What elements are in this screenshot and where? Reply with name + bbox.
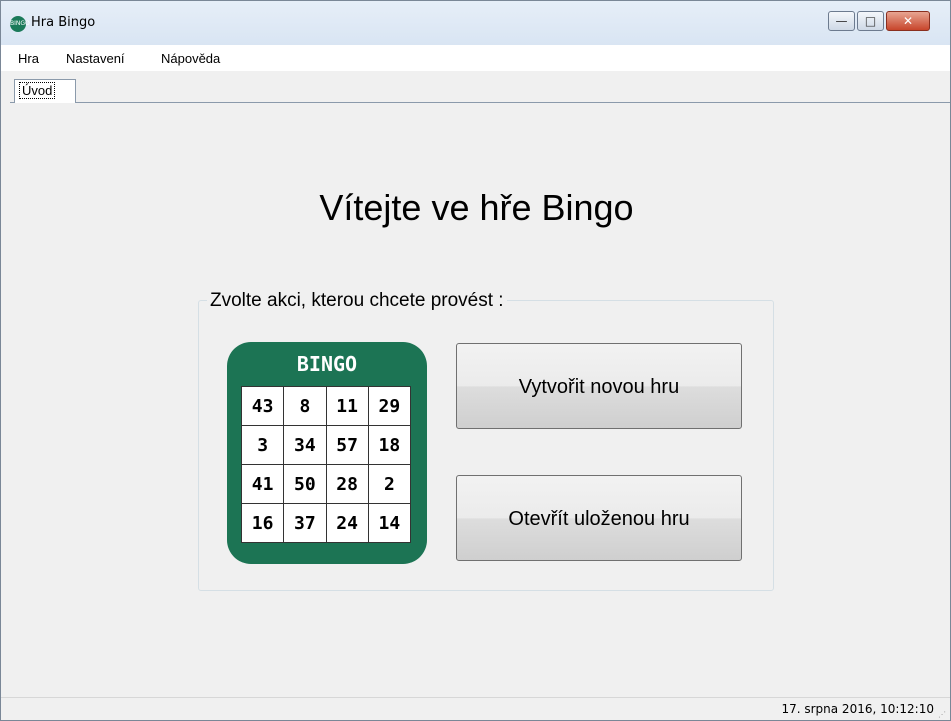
app-window: BINGO Hra Bingo — □ ✕ Hra Nastavení Nápo… xyxy=(0,0,951,721)
bingo-cell: 28 xyxy=(325,464,369,504)
bingo-cell: 29 xyxy=(367,386,412,426)
maximize-icon: □ xyxy=(864,14,877,28)
bingo-row: 16 37 24 14 xyxy=(240,503,412,543)
bingo-row: 3 34 57 18 xyxy=(240,425,412,465)
menu-item-nastaveni[interactable]: Nastavení xyxy=(66,51,125,66)
bingo-cell: 2 xyxy=(367,464,412,504)
tab-uvod[interactable]: Úvod xyxy=(14,79,76,103)
bingo-app-icon: BINGO xyxy=(10,16,30,32)
bingo-cell: 37 xyxy=(283,503,327,543)
close-icon: ✕ xyxy=(902,14,914,28)
bingo-cell: 16 xyxy=(240,503,285,543)
bingo-row: 43 8 11 29 xyxy=(240,386,412,426)
close-button[interactable]: ✕ xyxy=(886,11,930,31)
open-saved-game-button[interactable]: Otevřít uloženou hru xyxy=(456,475,742,561)
minimize-icon: — xyxy=(835,14,848,28)
menu-item-napoveda[interactable]: Nápověda xyxy=(161,51,220,66)
action-groupbox-caption: Zvolte akci, kterou chcete provést : xyxy=(207,290,507,312)
window-title: Hra Bingo xyxy=(31,15,96,30)
bingo-card-title: BINGO xyxy=(296,352,358,376)
bingo-cell: 11 xyxy=(325,386,369,426)
maximize-button[interactable]: □ xyxy=(857,11,884,31)
bingo-cell: 57 xyxy=(325,425,369,465)
tab-uvod-label: Úvod xyxy=(19,82,56,99)
bingo-cell: 8 xyxy=(283,386,327,426)
bingo-cell: 43 xyxy=(240,386,285,426)
open-saved-game-button-label: Otevřít uloženou hru xyxy=(508,508,690,530)
bingo-cell: 18 xyxy=(367,425,412,465)
menu-item-hra[interactable]: Hra xyxy=(18,51,39,66)
bingo-cell: 50 xyxy=(283,464,327,504)
welcome-heading: Vítejte ve hře Bingo xyxy=(319,187,634,228)
bingo-cell: 3 xyxy=(240,425,285,465)
bingo-cell: 34 xyxy=(283,425,327,465)
minimize-button[interactable]: — xyxy=(828,11,855,31)
new-game-button[interactable]: Vytvořit novou hru xyxy=(456,343,742,429)
bingo-card-image: BINGO 43 8 11 29 3 34 57 18 41 50 28 2 1… xyxy=(227,342,427,564)
menu-bar xyxy=(1,45,950,71)
bingo-row: 41 50 28 2 xyxy=(240,464,412,504)
new-game-button-label: Vytvořit novou hru xyxy=(518,376,680,398)
status-bar: 17. srpna 2016, 10:12:10 ⋰ xyxy=(1,697,950,720)
title-bar[interactable]: BINGO Hra Bingo — □ ✕ xyxy=(1,1,950,45)
bingo-cell: 14 xyxy=(367,503,412,543)
status-datetime: 17. srpna 2016, 10:12:10 xyxy=(781,702,934,716)
bingo-cell: 41 xyxy=(240,464,285,504)
bingo-cell: 24 xyxy=(325,503,369,543)
bingo-card-grid: 43 8 11 29 3 34 57 18 41 50 28 2 16 37 2… xyxy=(240,386,412,543)
resize-grip-icon[interactable]: ⋰ xyxy=(938,710,948,720)
